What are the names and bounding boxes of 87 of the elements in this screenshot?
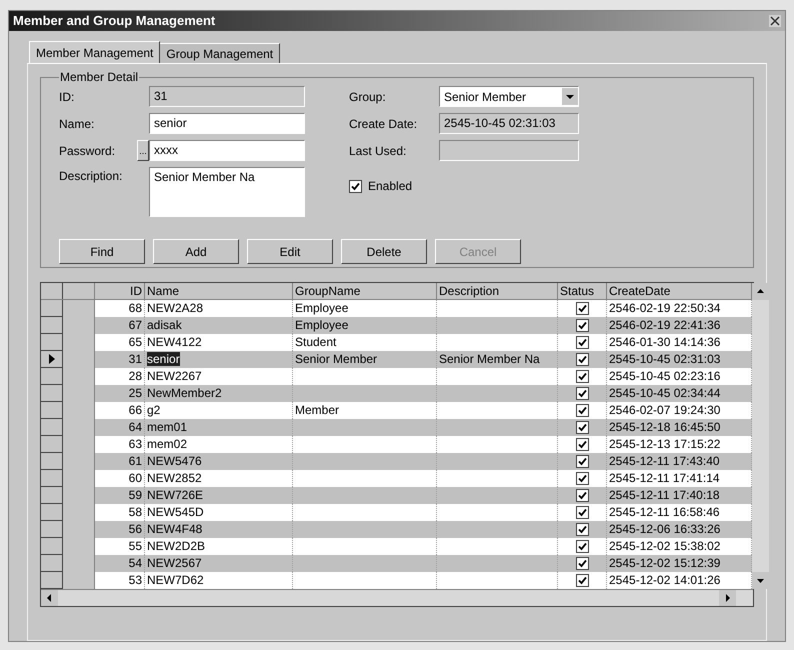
create-date-field[interactable]: 2545-10-45 02:31:03 [439, 113, 579, 134]
browse-button[interactable]: ... [137, 140, 149, 161]
status-checkbox[interactable] [576, 370, 588, 383]
table-cell: NEW2567 [147, 556, 202, 570]
row-selector[interactable] [41, 334, 63, 351]
status-checkbox[interactable] [576, 353, 588, 366]
scroll-left-icon[interactable] [41, 590, 58, 606]
field-label: Description: [59, 168, 124, 185]
row-selector[interactable] [41, 487, 63, 504]
status-checkbox[interactable] [576, 489, 588, 502]
table-cell: NEW4F48 [147, 522, 202, 536]
row-selector[interactable] [41, 300, 63, 317]
column-header[interactable]: Status [558, 283, 607, 299]
row-selector[interactable] [41, 419, 63, 436]
row-selector[interactable] [41, 368, 63, 385]
field-label: Create Date: [349, 116, 418, 132]
status-checkbox[interactable] [576, 438, 588, 451]
field-label: Group: [349, 88, 387, 106]
tab[interactable]: Group Management [160, 43, 280, 63]
table-cell: NewMember2 [147, 386, 222, 400]
group-title: Member Detail [59, 69, 140, 86]
table-cell: NEW4122 [147, 335, 202, 349]
row-selector[interactable] [41, 538, 63, 555]
row-selector[interactable] [41, 521, 63, 538]
table-cell: NEW2852 [147, 471, 202, 485]
horizontal-scrollbar[interactable] [41, 589, 753, 606]
row-selector[interactable] [41, 555, 63, 572]
window-title: Member and Group Management [13, 12, 216, 30]
status-checkbox[interactable] [576, 506, 588, 519]
status-checkbox[interactable] [576, 404, 588, 417]
table-cell: NEW2267 [147, 369, 202, 383]
row-selector[interactable] [41, 470, 63, 487]
table-cell: NEW7D62 [147, 573, 204, 587]
column-header[interactable]: Name [145, 283, 293, 299]
column-header[interactable]: Description [437, 283, 558, 299]
table-cell: NEW545D [147, 505, 204, 519]
group-dropdown[interactable]: Senior Member [439, 86, 579, 107]
status-checkbox[interactable] [576, 387, 588, 400]
table-cell: NEW726E [147, 488, 204, 502]
enabled-checkbox[interactable] [349, 180, 362, 192]
scroll-right-icon[interactable] [719, 590, 736, 606]
password-field[interactable]: xxxx [149, 140, 305, 161]
close-icon[interactable] [769, 15, 781, 27]
table-cell: mem02 [147, 437, 188, 451]
status-checkbox[interactable] [576, 336, 588, 349]
status-checkbox[interactable] [576, 574, 588, 587]
table-cell: NEW2A28 [147, 301, 204, 315]
status-checkbox[interactable] [576, 557, 588, 570]
field-label: ID: [59, 88, 76, 106]
row-header-cell [63, 572, 95, 589]
row-selector[interactable] [41, 317, 63, 334]
current-row-icon [48, 354, 54, 364]
name-field[interactable]: senior [149, 113, 305, 134]
status-checkbox[interactable] [576, 455, 588, 468]
action-button[interactable]: Edit [247, 239, 333, 264]
description-field[interactable]: Senior Member Na [149, 167, 305, 217]
row-selector[interactable] [41, 436, 63, 453]
row-selector[interactable] [41, 504, 63, 521]
table-cell: NEW5476 [147, 454, 202, 468]
status-checkbox[interactable] [576, 540, 588, 553]
table-cell: NEW2D2B [147, 539, 206, 553]
status-checkbox[interactable] [576, 523, 588, 536]
row-selector[interactable] [41, 453, 63, 470]
column-header[interactable]: GroupName [293, 283, 437, 299]
action-button[interactable]: Add [153, 239, 239, 264]
column-header[interactable]: ID [95, 283, 145, 299]
field-label: Password: [59, 142, 116, 160]
row-selector[interactable] [41, 402, 63, 419]
row-selector[interactable] [41, 351, 63, 368]
row-selector[interactable] [41, 385, 63, 402]
status-checkbox[interactable] [576, 421, 588, 434]
field-label: Name: [59, 116, 96, 132]
row-selector[interactable] [41, 572, 63, 589]
status-checkbox[interactable] [576, 302, 588, 315]
field-label: Last Used: [349, 142, 408, 160]
action-button[interactable]: Find [59, 239, 145, 264]
table-cell: mem01 [147, 420, 188, 434]
checkbox-label: Enabled [368, 178, 412, 195]
table-cell: senior [147, 352, 180, 366]
table-cell: adisak [147, 318, 182, 332]
table-cell: g2 [147, 403, 160, 417]
last-used-field[interactable] [439, 140, 579, 161]
status-checkbox[interactable] [576, 319, 588, 332]
action-button[interactable]: Delete [341, 239, 427, 264]
status-checkbox[interactable] [576, 472, 588, 485]
id-field[interactable]: 31 [149, 86, 305, 107]
tab[interactable]: Member Management [29, 41, 160, 63]
